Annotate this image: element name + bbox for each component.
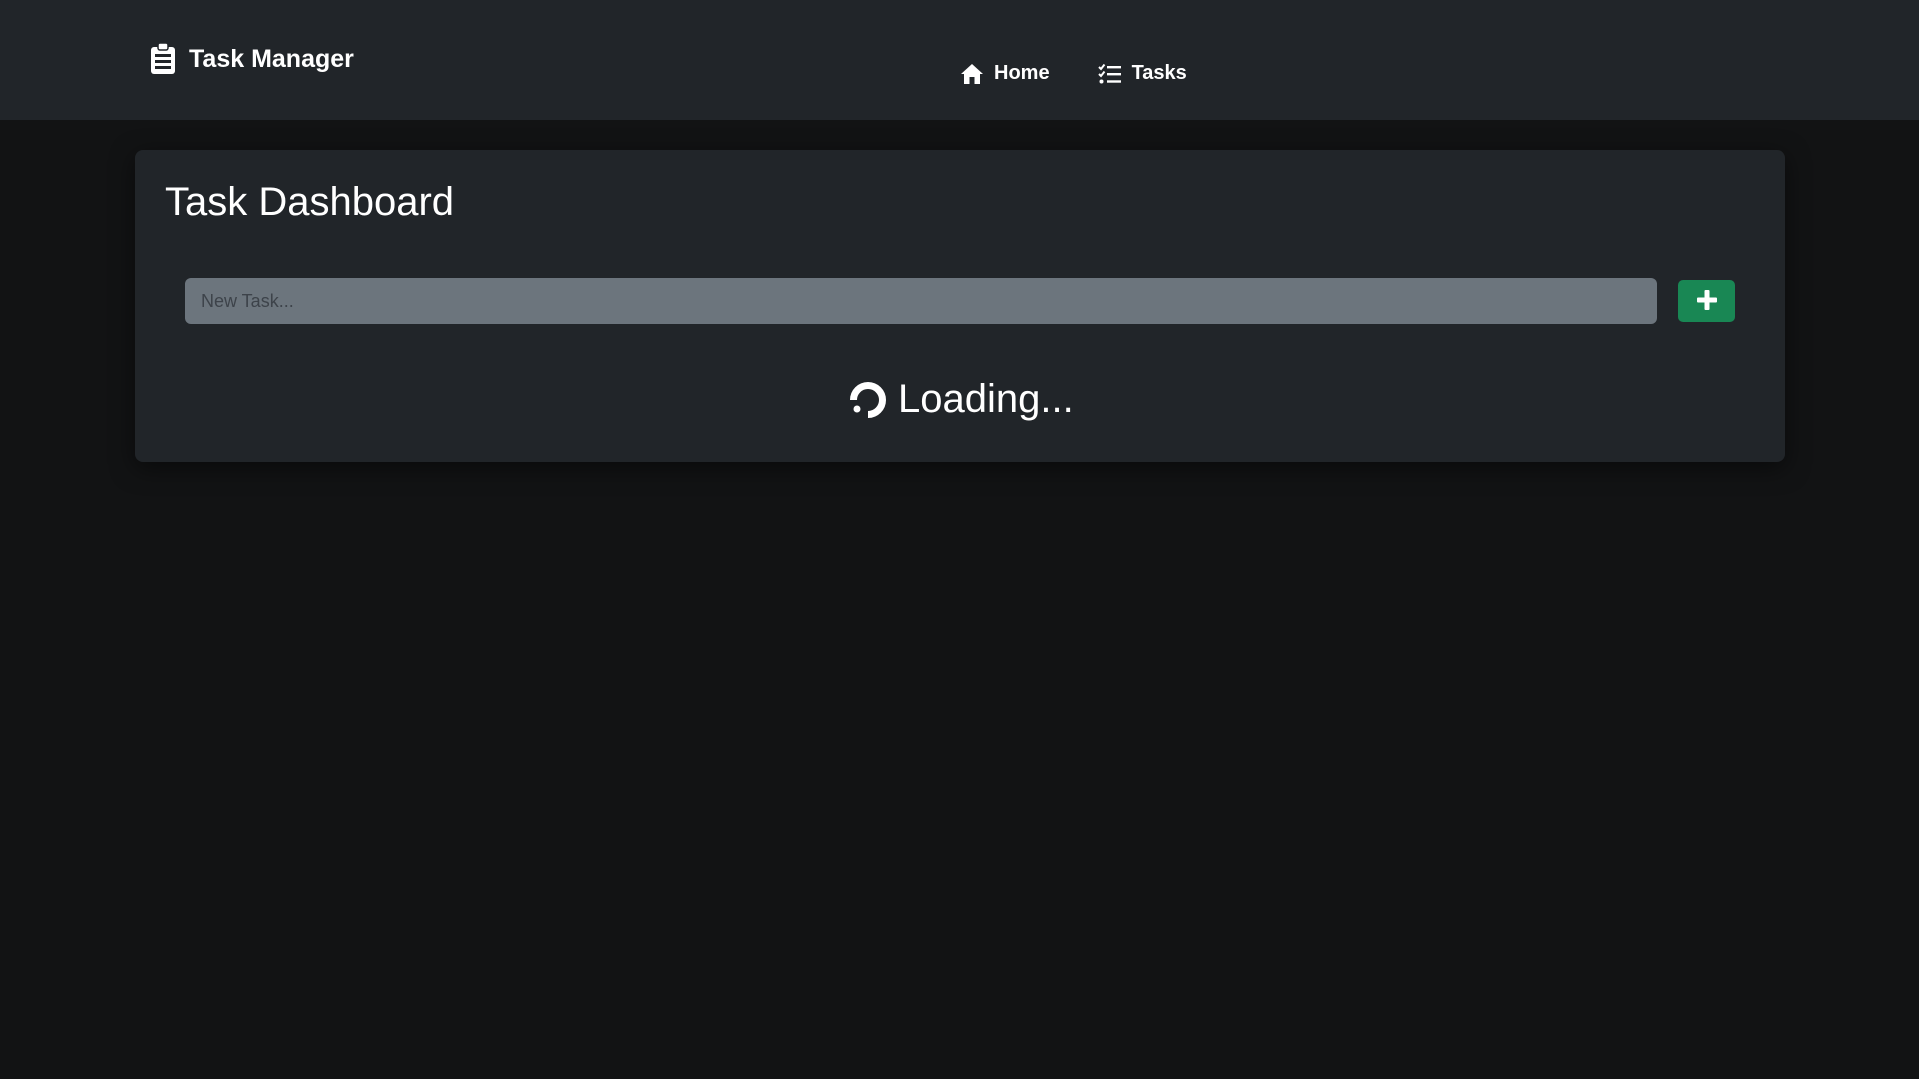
list-check-icon <box>1097 63 1122 85</box>
home-icon <box>960 63 984 85</box>
add-task-button[interactable] <box>1678 280 1735 322</box>
brand-link[interactable]: Task Manager <box>150 42 354 75</box>
nav-link-tasks-label: Tasks <box>1131 62 1187 84</box>
loading-label: Loading... <box>898 377 1074 421</box>
page-title: Task Dashboard <box>165 180 455 224</box>
loading-indicator: Loading... <box>848 377 1074 422</box>
spinner-icon <box>848 380 888 420</box>
brand-label: Task Manager <box>189 44 354 73</box>
clipboard-icon <box>150 42 176 75</box>
dashboard-card: Task Dashboard Loading... <box>135 150 1785 462</box>
nav-links: Home Tasks <box>960 62 1235 85</box>
nav-link-tasks[interactable]: Tasks <box>1097 62 1187 85</box>
navbar: Task Manager Home Tasks <box>0 0 1919 120</box>
plus-icon <box>1696 289 1718 314</box>
nav-link-home[interactable]: Home <box>960 62 1050 85</box>
nav-link-home-label: Home <box>994 62 1050 84</box>
new-task-input[interactable] <box>185 278 1657 324</box>
